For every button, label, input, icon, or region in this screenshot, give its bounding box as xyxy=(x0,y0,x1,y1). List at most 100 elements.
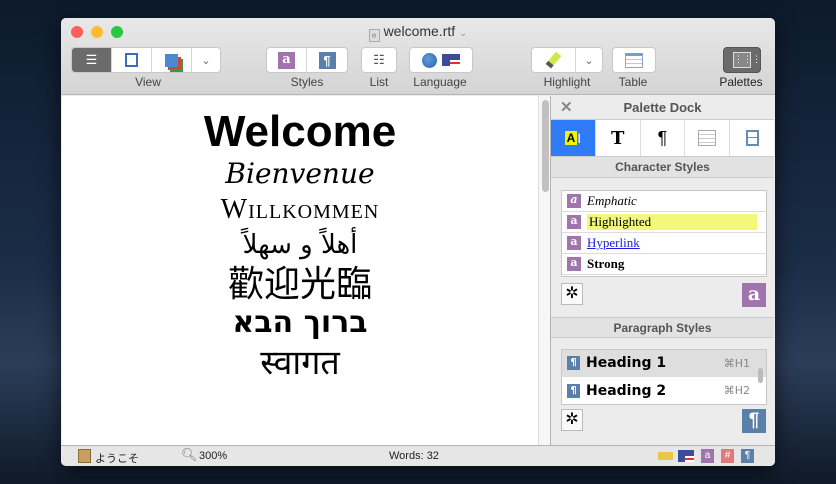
highlight-text-icon: A xyxy=(564,131,578,145)
pilcrow-icon: ¶ xyxy=(567,383,580,398)
list-label: List xyxy=(369,75,389,89)
language-button[interactable] xyxy=(410,48,472,72)
view-label: View xyxy=(135,75,161,89)
view-text-button[interactable]: ☰ xyxy=(72,48,112,72)
palettes-label: Palettes xyxy=(719,75,763,89)
chevron-down-icon[interactable]: ⌄ xyxy=(459,28,467,39)
pilcrow-icon: ¶ xyxy=(657,127,668,148)
page-icon xyxy=(125,53,138,67)
styles-group: a ¶ xyxy=(266,47,348,73)
us-flag-icon[interactable] xyxy=(678,450,694,462)
list-item[interactable]: a Strong xyxy=(562,254,766,275)
toolbar: e welcome.rtf ⌄ ☰ ⌄ View a ¶ Styles ☷ Lis… xyxy=(61,18,775,95)
tab-character-styles[interactable]: AI xyxy=(551,120,596,156)
highlight-menu-button[interactable]: ⌄ xyxy=(576,48,602,72)
character-styles-list: a Emphatic a Highlighted a Hyperlink a Stron… xyxy=(561,190,767,277)
paragraph-styles-button[interactable]: ¶ xyxy=(307,48,347,72)
palette-dock: ✕ Palette Dock AI T ¶ Character Styles a… xyxy=(550,96,774,445)
app-window: e welcome.rtf ⌄ ☰ ⌄ View a ¶ Styles ☷ Lis… xyxy=(61,18,775,466)
new-character-style-button[interactable]: a xyxy=(742,283,766,307)
highlighter-icon xyxy=(545,51,562,69)
doc-line-arabic: أهلاً و سهلاً xyxy=(242,230,358,260)
text-t-icon: T xyxy=(610,127,625,149)
ruler-icon[interactable] xyxy=(658,452,673,460)
palette-dock-title: Palette Dock xyxy=(623,100,702,115)
new-paragraph-style-button[interactable]: ¶ xyxy=(742,409,766,433)
list-item[interactable]: ¶ Heading 2 ⌘H2 xyxy=(562,377,766,404)
character-styles-button[interactable]: a xyxy=(267,48,307,72)
shortcut: ⌘H1 xyxy=(723,356,750,370)
document-icon: e xyxy=(368,29,380,42)
style-name: Emphatic xyxy=(587,193,637,208)
character-styles-settings-button[interactable]: ✲ xyxy=(561,283,583,305)
palettes-button[interactable]: ⋮⋮⋮ xyxy=(724,48,760,72)
doc-line-hindi: स्वागत xyxy=(260,344,340,382)
clipboard-icon xyxy=(78,449,91,463)
view-menu-button[interactable]: ⌄ xyxy=(192,48,220,72)
us-flag-icon xyxy=(442,54,460,66)
highlight-button[interactable] xyxy=(532,48,576,72)
pilcrow-icon: ¶ xyxy=(742,409,766,433)
list-icon: ☷ xyxy=(373,52,385,67)
status-bar: ようこそ 🔍︎ 300% Words: 32 a # ¶ xyxy=(61,445,775,466)
paragraph-styles-header: Paragraph Styles xyxy=(551,317,774,338)
document-editor[interactable]: Welcome Bienvenue Willkommen أهلاً و سهل… xyxy=(62,96,538,445)
table-icon xyxy=(698,130,717,146)
tab-fonts[interactable]: T xyxy=(596,120,641,156)
tab-layout[interactable] xyxy=(730,120,774,156)
pilcrow-icon[interactable]: ¶ xyxy=(741,449,754,463)
style-name: Heading 2 xyxy=(586,382,667,399)
document-scrollbar[interactable] xyxy=(538,96,550,445)
gear-icon: ✲ xyxy=(565,411,579,428)
paragraph-styles-settings-button[interactable]: ✲ xyxy=(561,409,583,431)
close-icon[interactable]: ✕ xyxy=(560,96,573,120)
layers-icon xyxy=(165,53,178,67)
list-item[interactable]: a Hyperlink xyxy=(562,233,766,254)
tab-table[interactable] xyxy=(685,120,731,156)
document-name: ようこそ xyxy=(95,453,139,465)
pilcrow-icon: ¶ xyxy=(318,51,336,69)
doc-line-hebrew: ברוך הבא xyxy=(232,305,368,340)
palette-icon: ⋮⋮⋮ xyxy=(733,52,760,68)
word-count: Words: 32 xyxy=(389,450,439,462)
character-style-icon[interactable]: a xyxy=(701,449,714,463)
style-name: Heading 1 xyxy=(586,355,667,371)
highlight-group: ⌄ xyxy=(531,47,603,73)
character-styles-header: Character Styles xyxy=(551,157,774,178)
list-item[interactable]: ¶ Heading 1 ⌘H1 xyxy=(562,350,766,377)
style-name: Highlighted xyxy=(587,214,757,230)
character-style-icon: a xyxy=(567,215,581,229)
character-style-icon: a xyxy=(742,283,766,307)
palettes-group: ⋮⋮⋮ xyxy=(723,47,761,73)
list-item[interactable]: a Highlighted xyxy=(562,212,766,233)
chevron-down-icon: ⌄ xyxy=(584,54,594,67)
styles-label: Styles xyxy=(290,75,324,89)
scrollbar-thumb[interactable] xyxy=(542,100,549,192)
window-title: e welcome.rtf ⌄ xyxy=(61,23,775,42)
doc-line-chinese: 歡迎光臨 xyxy=(227,263,372,304)
hash-icon[interactable]: # xyxy=(721,449,734,463)
table-button[interactable] xyxy=(613,48,655,72)
lines-icon: ☰ xyxy=(85,52,98,67)
title-text: welcome.rtf xyxy=(383,23,456,39)
character-style-icon: a xyxy=(567,194,581,208)
paragraph-styles-list: ¶ Heading 1 ⌘H1 ¶ Heading 2 ⌘H2 xyxy=(561,349,767,405)
doc-line-bienvenue: Bienvenue xyxy=(225,157,375,190)
character-style-icon: a xyxy=(567,257,581,271)
palette-dock-header: ✕ Palette Dock xyxy=(551,96,774,120)
zoom-level[interactable]: 300% xyxy=(199,450,227,462)
table-label: Table xyxy=(618,75,648,89)
view-page-button[interactable] xyxy=(112,48,152,72)
view-layout-button[interactable] xyxy=(152,48,192,72)
chevron-down-icon: ⌄ xyxy=(201,54,211,67)
table-group xyxy=(612,47,656,73)
highlight-label: Highlight xyxy=(543,75,591,89)
scrollbar-thumb[interactable] xyxy=(758,368,763,383)
list-item[interactable]: a Emphatic xyxy=(562,191,766,212)
layout-icon xyxy=(745,130,759,146)
palette-tabs: AI T ¶ xyxy=(551,120,774,157)
list-button[interactable]: ☷ xyxy=(362,48,396,72)
character-style-icon: a xyxy=(278,51,295,69)
magnifier-icon[interactable]: 🔍︎ xyxy=(181,447,198,463)
tab-paragraph[interactable]: ¶ xyxy=(641,120,686,156)
